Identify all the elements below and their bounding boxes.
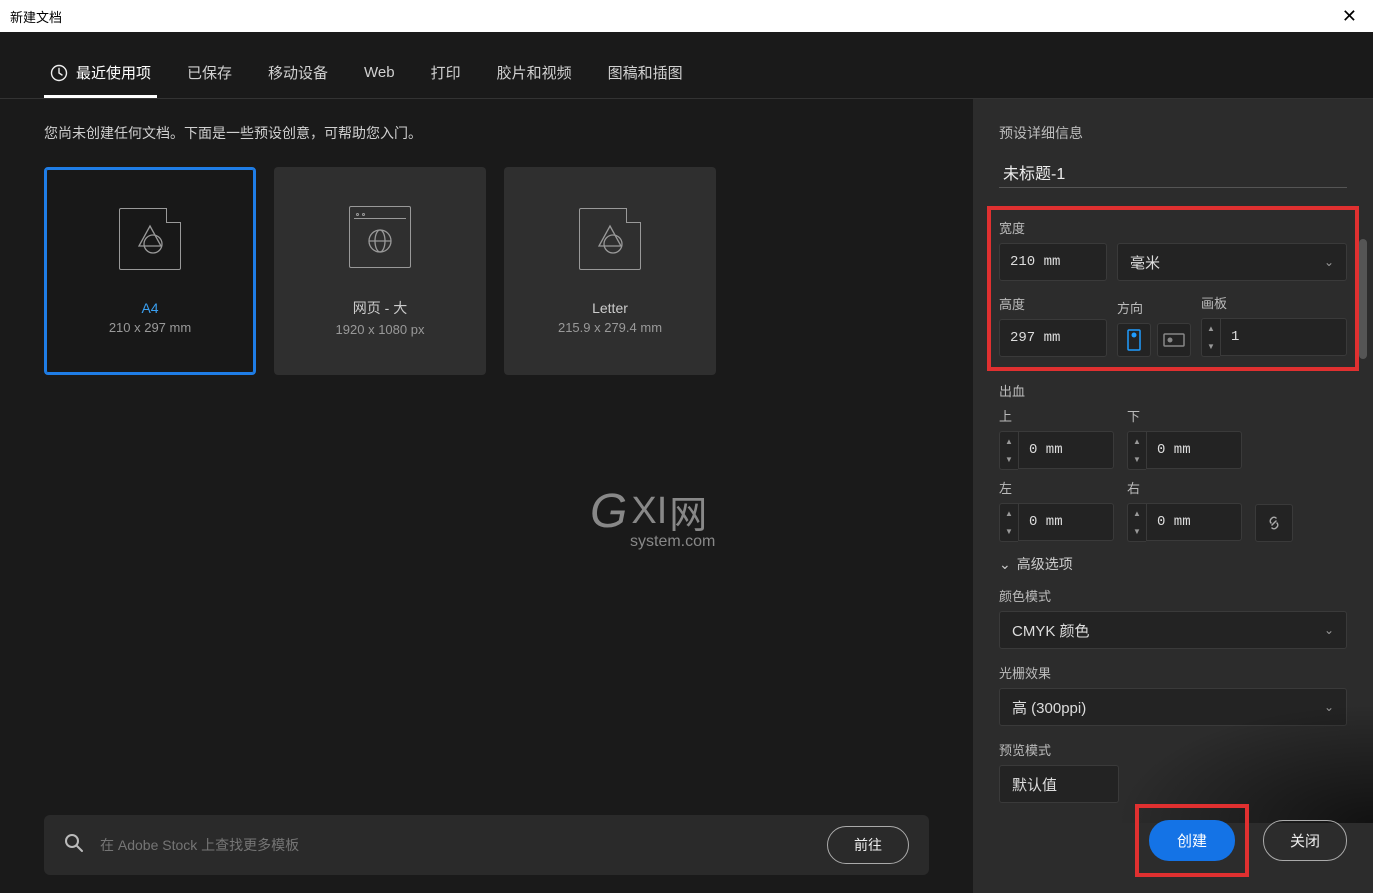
preset-pane: 您尚未创建任何文档。下面是一些预设创意，可帮助您入门。 A4 210 x 297… <box>0 99 973 893</box>
watermark: GXI网 system.com <box>590 484 715 551</box>
chevron-down-icon: ⌄ <box>999 556 1011 573</box>
unit-select[interactable]: 毫米 ⌄ <box>1117 243 1347 281</box>
preset-dim: 215.9 x 279.4 mm <box>558 320 662 335</box>
preset-name: 网页 - 大 <box>353 298 407 318</box>
bleed-right-stepper[interactable]: ▲▼ <box>1127 503 1146 542</box>
color-mode-select[interactable]: CMYK 颜色⌄ <box>999 611 1347 649</box>
tab-label: 最近使用项 <box>76 62 151 83</box>
bleed-group: 上 ▲▼0 mm 下 ▲▼0 mm 左 ▲▼0 mm 右 ▲▼0 mm <box>999 406 1347 542</box>
titlebar: 新建文档 ✕ <box>0 0 1373 32</box>
preset-letter[interactable]: Letter 215.9 x 279.4 mm <box>504 167 716 375</box>
preset-web-large[interactable]: 网页 - 大 1920 x 1080 px <box>274 167 486 375</box>
orient-label: 方向 <box>1117 298 1191 317</box>
window-title: 新建文档 <box>10 7 62 26</box>
raster-label: 光栅效果 <box>999 663 1347 682</box>
go-button[interactable]: 前往 <box>827 826 909 864</box>
color-mode-label: 颜色模式 <box>999 586 1347 605</box>
orientation-landscape[interactable] <box>1157 323 1191 357</box>
preset-letter-icon <box>579 208 641 270</box>
chevron-down-icon: ⌄ <box>1324 700 1334 714</box>
bleed-top-stepper[interactable]: ▲▼ <box>999 431 1018 470</box>
tab-art[interactable]: 图稿和插图 <box>602 50 689 98</box>
preset-a4[interactable]: A4 210 x 297 mm <box>44 167 256 375</box>
preset-list: A4 210 x 297 mm 网页 - 大 1920 x 1080 px Le… <box>44 167 929 375</box>
tab-print[interactable]: 打印 <box>425 50 467 98</box>
link-icon <box>1265 514 1283 532</box>
preset-dim: 1920 x 1080 px <box>336 322 425 337</box>
height-label: 高度 <box>999 294 1107 313</box>
highlight-dimensions: 宽度 210 mm 毫米 ⌄ 高度 297 mm 方向 <box>987 206 1359 371</box>
intro-text: 您尚未创建任何文档。下面是一些预设创意，可帮助您入门。 <box>44 123 929 143</box>
bleed-label: 出血 <box>999 381 1347 400</box>
close-icon[interactable]: ✕ <box>1336 6 1363 27</box>
tab-film[interactable]: 胶片和视频 <box>491 50 578 98</box>
bleed-bottom-stepper[interactable]: ▲▼ <box>1127 431 1146 470</box>
step-down-icon[interactable]: ▼ <box>1202 338 1220 357</box>
step-up-icon[interactable]: ▲ <box>1202 319 1220 338</box>
close-button[interactable]: 关闭 <box>1263 820 1347 861</box>
preset-dim: 210 x 297 mm <box>109 320 191 335</box>
bleed-left-stepper[interactable]: ▲▼ <box>999 503 1018 542</box>
create-button[interactable]: 创建 <box>1149 820 1235 861</box>
bleed-left-label: 左 <box>999 478 1117 497</box>
preview-select[interactable]: 默认值 <box>999 765 1119 803</box>
search-icon <box>64 833 84 858</box>
tab-saved[interactable]: 已保存 <box>181 50 238 98</box>
clock-icon <box>50 64 68 82</box>
document-name-input[interactable] <box>999 157 1347 188</box>
tab-mobile[interactable]: 移动设备 <box>262 50 334 98</box>
highlight-create: 创建 <box>1135 804 1249 877</box>
tab-web[interactable]: Web <box>358 52 401 96</box>
bleed-right-input[interactable]: 0 mm <box>1146 503 1242 541</box>
panel-header: 预设详细信息 <box>999 123 1347 143</box>
tab-recent[interactable]: 最近使用项 <box>44 50 157 98</box>
chevron-down-icon: ⌄ <box>1324 255 1334 269</box>
height-input[interactable]: 297 mm <box>999 319 1107 357</box>
advanced-toggle[interactable]: ⌄ 高级选项 <box>999 554 1347 574</box>
width-input[interactable]: 210 mm <box>999 243 1107 281</box>
orientation-portrait[interactable] <box>1117 323 1151 357</box>
artboard-label: 画板 <box>1201 293 1347 312</box>
stock-search-input[interactable] <box>100 837 811 853</box>
main-area: 您尚未创建任何文档。下面是一些预设创意，可帮助您入门。 A4 210 x 297… <box>0 99 1373 893</box>
category-tabs: 最近使用项 已保存 移动设备 Web 打印 胶片和视频 图稿和插图 <box>0 32 1373 99</box>
scrollbar[interactable] <box>1359 239 1367 359</box>
link-bleed-button[interactable] <box>1255 504 1293 542</box>
footer-buttons: 创建 关闭 <box>1135 804 1347 877</box>
artboard-stepper[interactable]: ▲▼ <box>1201 318 1220 357</box>
raster-select[interactable]: 高 (300ppi)⌄ <box>999 688 1347 726</box>
chevron-down-icon: ⌄ <box>1324 623 1334 637</box>
bleed-bottom-label: 下 <box>1127 406 1245 425</box>
preset-web-icon <box>349 206 411 268</box>
bleed-left-input[interactable]: 0 mm <box>1018 503 1114 541</box>
artboard-input[interactable]: 1 <box>1220 318 1347 356</box>
bleed-right-label: 右 <box>1127 478 1245 497</box>
preset-name: A4 <box>141 300 158 316</box>
stock-search-bar: 前往 <box>44 815 929 875</box>
bleed-top-input[interactable]: 0 mm <box>1018 431 1114 469</box>
preset-a4-icon <box>119 208 181 270</box>
bleed-top-label: 上 <box>999 406 1117 425</box>
bleed-bottom-input[interactable]: 0 mm <box>1146 431 1242 469</box>
details-panel: 预设详细信息 宽度 210 mm 毫米 ⌄ 高度 297 mm <box>973 99 1373 893</box>
preview-label: 预览模式 <box>999 740 1347 759</box>
width-label: 宽度 <box>999 218 1107 237</box>
preset-name: Letter <box>592 300 628 316</box>
